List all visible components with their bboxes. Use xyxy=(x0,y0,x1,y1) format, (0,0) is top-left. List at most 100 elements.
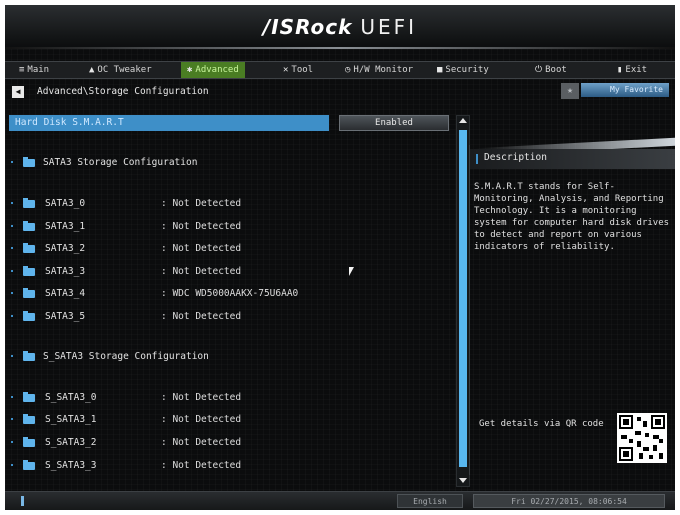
description-title: Description xyxy=(484,152,547,163)
tab-oc-tweaker[interactable]: ▲ OC Tweaker xyxy=(89,62,152,78)
tab-bar: ≡ Main ▲ OC Tweaker ✱ Advanced ✕ Tool ◷ H/W M… xyxy=(5,61,675,79)
drive-icon xyxy=(23,198,35,208)
language-button[interactable]: English xyxy=(397,494,463,508)
port-name: SATA3_2 xyxy=(45,243,86,254)
sata3-2-row[interactable]: SATA3_2 : Not Detected xyxy=(9,241,449,257)
drive-icon xyxy=(23,414,35,424)
row-marker xyxy=(11,225,13,227)
s-sata3-2-row[interactable]: S_SATA3_2 : Not Detected xyxy=(9,435,449,451)
tab-advanced[interactable]: ✱ Advanced xyxy=(181,62,245,78)
s-sata3-section-header[interactable]: S_SATA3 Storage Configuration xyxy=(9,349,449,365)
port-status: : Not Detected xyxy=(161,221,242,232)
sata3-5-row[interactable]: SATA3_5 : Not Detected xyxy=(9,309,449,325)
sata3-3-row[interactable]: SATA3_3 : Not Detected xyxy=(9,264,449,280)
description-header: Description xyxy=(470,149,675,169)
tab-security[interactable]: ■ Security xyxy=(437,62,489,78)
port-status: : Not Detected xyxy=(161,392,242,403)
tab-tool[interactable]: ✕ Tool xyxy=(283,62,313,78)
tab-main[interactable]: ≡ Main xyxy=(19,62,49,78)
port-name: SATA3_5 xyxy=(45,311,86,322)
scroll-up-icon[interactable] xyxy=(459,118,467,123)
row-marker xyxy=(11,464,13,466)
brand-logo: /ISRock UEFI xyxy=(5,15,675,39)
footer-marker xyxy=(21,496,24,506)
list-icon: ≡ xyxy=(19,65,25,75)
exit-icon: ▮ xyxy=(617,65,623,75)
drive-icon xyxy=(23,243,35,253)
qr-code-icon xyxy=(617,413,667,463)
row-marker xyxy=(11,396,13,398)
sata3-1-row[interactable]: SATA3_1 : Not Detected xyxy=(9,219,449,235)
row-marker xyxy=(11,418,13,420)
port-status: : Not Detected xyxy=(161,198,242,209)
scroll-down-icon[interactable] xyxy=(459,478,467,483)
footer: English Fri 02/27/2015, 08:06:54 xyxy=(5,491,675,510)
tab-hw-monitor[interactable]: ◷ H/W Monitor xyxy=(345,62,413,78)
row-marker xyxy=(11,292,13,294)
drive-icon xyxy=(23,288,35,298)
sata3-4-row[interactable]: SATA3_4: WDC WD5000AAKX-75U6AA0 xyxy=(9,286,449,302)
star-icon: ✱ xyxy=(187,65,193,75)
mouse-cursor-icon xyxy=(349,267,354,276)
scrollbar-thumb[interactable] xyxy=(459,130,467,467)
sata3-section-header[interactable]: SATA3 Storage Configuration xyxy=(9,155,449,171)
row-marker xyxy=(11,441,13,443)
monitor-icon: ◷ xyxy=(345,65,351,75)
scrollbar[interactable] xyxy=(456,115,470,487)
drive-icon xyxy=(23,221,35,231)
port-status: : Not Detected xyxy=(161,311,242,322)
header: /ISRock UEFI xyxy=(5,5,675,49)
port-name: S_SATA3_3 xyxy=(45,460,97,471)
back-arrow-icon[interactable]: ◀ xyxy=(12,86,24,98)
drive-icon xyxy=(23,392,35,402)
rocket-icon: ▲ xyxy=(89,65,95,75)
row-marker xyxy=(11,270,13,272)
port-name: SATA3_4 xyxy=(45,288,86,299)
datetime-display: Fri 02/27/2015, 08:06:54 xyxy=(473,494,665,508)
s-sata3-0-row[interactable]: S_SATA3_0 : Not Detected xyxy=(9,390,449,406)
drive-icon xyxy=(23,460,35,470)
smart-setting-label: Hard Disk S.M.A.R.T xyxy=(9,115,329,131)
power-icon: ⏻ xyxy=(535,65,543,75)
bios-screen: /ISRock UEFI ≡ Main ▲ OC Tweaker ✱ Advanced … xyxy=(5,5,675,510)
folder-icon xyxy=(23,157,35,167)
settings-list: Hard Disk S.M.A.R.T Enabled SATA3 Storag… xyxy=(9,109,455,491)
port-name: S_SATA3_1 xyxy=(45,414,97,425)
tools-icon: ✕ xyxy=(283,65,289,75)
smart-setting-row[interactable]: Hard Disk S.M.A.R.T Enabled xyxy=(9,115,455,131)
drive-icon xyxy=(23,311,35,321)
product-name: UEFI xyxy=(360,15,418,39)
port-status: : Not Detected xyxy=(161,266,242,277)
s-sata3-3-row[interactable]: S_SATA3_3 : Not Detected xyxy=(9,458,449,474)
row-marker xyxy=(11,202,13,204)
shield-icon: ■ xyxy=(437,65,443,75)
drive-icon xyxy=(23,266,35,276)
port-name: SATA3_0 xyxy=(45,198,86,209)
qr-caption: Get details via QR code xyxy=(479,419,604,429)
brand-name: /ISRock xyxy=(262,15,353,39)
row-marker xyxy=(11,161,13,163)
sata3-0-row[interactable]: SATA3_0 : Not Detected xyxy=(9,196,449,212)
port-name: SATA3_1 xyxy=(45,221,86,232)
s-sata3-1-row[interactable]: S_SATA3_1 : Not Detected xyxy=(9,412,449,428)
my-favorite-button[interactable]: My Favorite xyxy=(581,83,669,97)
port-status: : Not Detected xyxy=(161,243,242,254)
port-status: : Not Detected xyxy=(161,460,242,471)
drive-icon xyxy=(23,437,35,447)
port-status: : Not Detected xyxy=(161,414,242,425)
favorite-star-icon[interactable]: ★ xyxy=(561,83,579,99)
description-text: S.M.A.R.T stands for Self-Monitoring, An… xyxy=(474,182,670,252)
tab-exit[interactable]: ▮ Exit xyxy=(617,62,647,78)
header-divider xyxy=(5,47,675,49)
folder-icon xyxy=(23,351,35,361)
row-marker xyxy=(11,355,13,357)
port-name: S_SATA3_2 xyxy=(45,437,97,448)
breadcrumb: Advanced\Storage Configuration xyxy=(37,86,209,97)
tab-boot[interactable]: ⏻ Boot xyxy=(535,62,567,78)
row-marker xyxy=(11,315,13,317)
port-status: : Not Detected xyxy=(161,437,242,448)
port-name: SATA3_3 xyxy=(45,266,86,277)
port-name: S_SATA3_0 xyxy=(45,392,97,403)
smart-setting-value[interactable]: Enabled xyxy=(339,115,449,131)
row-marker xyxy=(11,247,13,249)
